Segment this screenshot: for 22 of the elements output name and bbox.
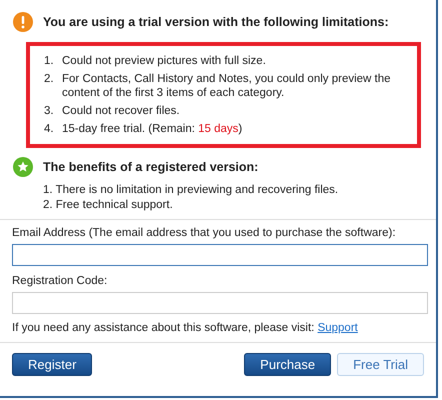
email-field[interactable] (12, 244, 428, 266)
benefit-text: 2. Free technical support. (43, 199, 174, 211)
benefit-text: 1. There is no limitation in previewing and recovering files. (43, 184, 340, 196)
limitations-heading: You are using a trial version with the following limitations: (43, 15, 389, 29)
purchase-button[interactable]: Purchase (244, 353, 332, 376)
warning-icon (13, 12, 33, 32)
register-button[interactable]: Register (12, 353, 92, 376)
limitation-text: 15-day free trial. (Remain: 15 days) (62, 122, 242, 136)
limitation-text: For Contacts, Call History and Notes, you could only preview the content of the first 3 items of each category. (62, 72, 392, 100)
benefits-heading: The benefits of a registered version: (43, 160, 258, 174)
help-text: If you need any assistance about this software, please visit: (12, 322, 314, 334)
free-trial-button[interactable]: Free Trial (337, 353, 424, 376)
support-link[interactable]: Support (318, 322, 358, 334)
list-number: 2. (44, 72, 55, 87)
list-number: 3. (44, 104, 55, 118)
limitation-text: Could not preview pictures with full size. (62, 54, 266, 68)
registration-code-field[interactable] (12, 292, 428, 314)
limitation-text: Could not recover files. (62, 104, 180, 118)
email-label: Email Address (The email address that you used to purchase the software): (12, 227, 396, 239)
registration-code-label: Registration Code: (12, 275, 108, 287)
list-number: 4. (44, 122, 55, 136)
list-number: 1. (44, 54, 55, 68)
